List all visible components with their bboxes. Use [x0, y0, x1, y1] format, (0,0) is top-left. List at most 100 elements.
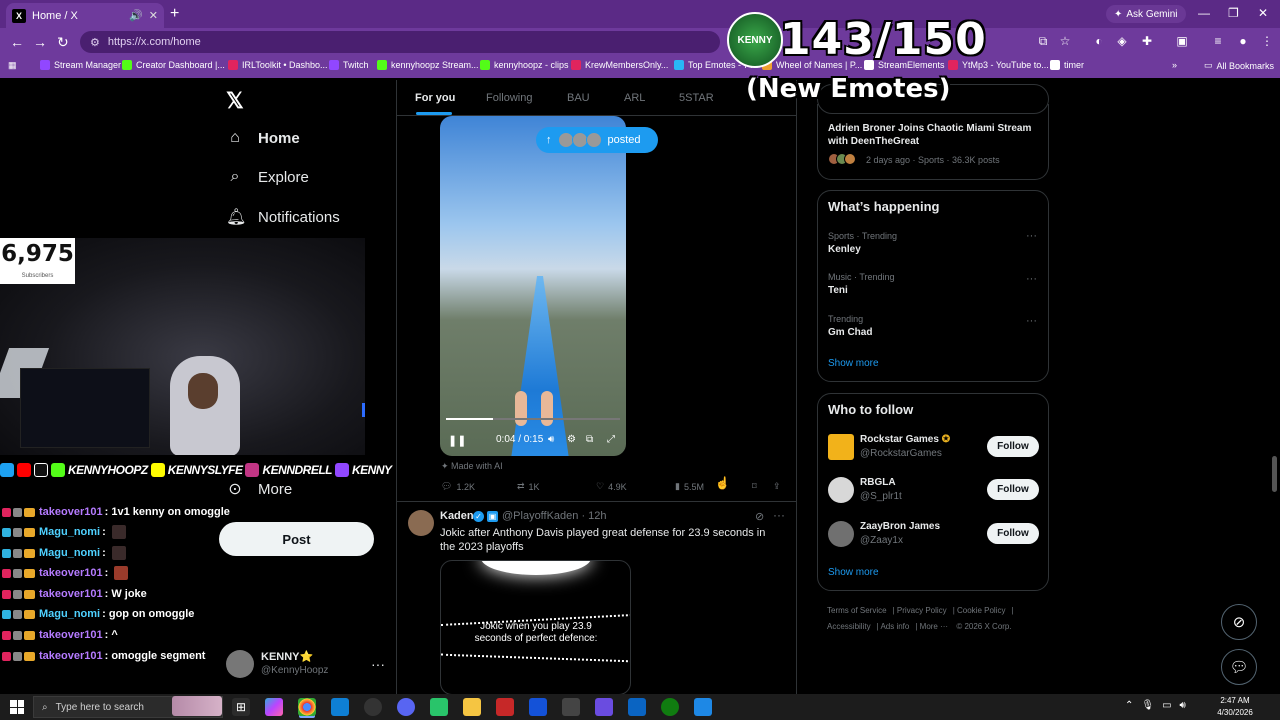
bookmark-star-icon[interactable]: ☆	[1058, 34, 1072, 48]
profile-avatar-icon[interactable]: ●	[1236, 34, 1250, 48]
volume-icon[interactable]: 🔊︎	[1180, 700, 1186, 711]
footer-link[interactable]: More ···	[920, 622, 948, 631]
post-button[interactable]: Post	[219, 522, 374, 556]
tab-for-you[interactable]: For you	[415, 92, 455, 104]
share-button[interactable]: ⇪	[773, 481, 781, 492]
store-icon[interactable]	[331, 698, 349, 716]
bookmark-item[interactable]: KrewMembersOnly...	[571, 60, 668, 70]
follow-button[interactable]: Follow	[987, 436, 1039, 457]
media-icon[interactable]: ≡	[1211, 34, 1225, 48]
microphone-icon[interactable]: 🎙︎	[1141, 700, 1154, 711]
nav-notifications[interactable]: 🔔︎ Notifications	[226, 207, 340, 227]
avatar[interactable]	[408, 510, 434, 536]
post-author-name[interactable]: Kaden	[440, 510, 474, 522]
bookmark-item[interactable]: Creator Dashboard |...	[122, 60, 225, 70]
news-title[interactable]: Adrien Broner Joins Chaotic Miami Stream…	[828, 122, 1043, 148]
discord-icon[interactable]	[397, 698, 415, 716]
repost-button[interactable]: ⇄ 1K	[517, 481, 540, 492]
avatar[interactable]	[828, 521, 854, 547]
trend-more-icon[interactable]: ···	[1026, 315, 1037, 327]
app-icon[interactable]	[496, 698, 514, 716]
pause-icon[interactable]: ❚❚	[448, 434, 466, 447]
back-arrow-icon[interactable]: ←	[10, 34, 24, 50]
nav-home[interactable]: ⌂ Home	[226, 129, 300, 147]
app-icon[interactable]	[529, 698, 547, 716]
obs-icon[interactable]	[364, 698, 382, 716]
sidebar-icon[interactable]: ▣	[1175, 34, 1189, 48]
extensions-puzzle-icon[interactable]: ✚	[1140, 34, 1154, 48]
new-posts-pill[interactable]: ↑ posted	[536, 127, 658, 153]
suggestion-name[interactable]: Rockstar Games ✪	[860, 434, 950, 445]
reply-button[interactable]: 💬︎ 1.2K	[441, 481, 475, 492]
install-app-icon[interactable]: ⧉	[1036, 34, 1050, 48]
suggestion-name[interactable]: RBGLA	[860, 477, 896, 488]
views-button[interactable]: ▮ 5.5M	[675, 481, 704, 492]
post-media[interactable]: Jokic when you play 23.9 seconds of perf…	[440, 560, 631, 695]
trend-name[interactable]: Gm Chad	[828, 327, 872, 338]
tab-bau[interactable]: BAU	[567, 92, 590, 104]
bookmark-item[interactable]: kennyhoopz Stream...	[377, 60, 479, 70]
settings-gear-icon[interactable]: ⚙	[567, 434, 576, 445]
avatar[interactable]	[828, 477, 854, 503]
bookmark-item[interactable]: Twitch	[329, 60, 369, 70]
extension-icon[interactable]: ◈	[1115, 34, 1129, 48]
site-info-icon[interactable]: ⚙	[90, 36, 100, 49]
post-more-icon[interactable]: ···	[773, 508, 785, 522]
follow-button[interactable]: Follow	[987, 523, 1039, 544]
all-bookmarks[interactable]: ▭ All Bookmarks	[1204, 60, 1274, 71]
copilot-icon[interactable]	[265, 698, 283, 716]
task-view-icon[interactable]: ⊞	[232, 698, 250, 716]
video-player[interactable]: ❚❚ 0:04 / 0:15 🔊︎ ⚙ ⧉ ⤢	[440, 116, 626, 456]
tab-following[interactable]: Following	[486, 92, 532, 104]
new-tab-button[interactable]: +	[170, 5, 179, 23]
show-more-link[interactable]: Show more	[828, 358, 879, 369]
account-switcher[interactable]: KENNY⭐ @KennyHoopz ···	[226, 648, 386, 684]
scrollbar[interactable]	[1272, 456, 1277, 492]
restore-icon[interactable]: ❐	[1228, 6, 1239, 20]
ask-gemini-button[interactable]: ✦ Ask Gemini	[1106, 5, 1186, 23]
footer-link[interactable]: Privacy Policy	[897, 606, 947, 615]
account-more-icon[interactable]: ···	[371, 656, 385, 672]
follow-button[interactable]: Follow	[987, 479, 1039, 500]
grok-icon[interactable]: ⊘	[755, 510, 764, 523]
grok-button[interactable]: ⊘	[1221, 604, 1257, 640]
app-icon[interactable]	[694, 698, 712, 716]
tab-close-icon[interactable]: ✕	[149, 9, 158, 22]
start-button-icon[interactable]	[10, 700, 24, 714]
trend-name[interactable]: Teni	[828, 285, 848, 296]
extension-icon[interactable]: ◐	[1092, 34, 1106, 48]
show-more-link[interactable]: Show more	[828, 567, 879, 578]
footer-link[interactable]: Accessibility	[827, 622, 871, 631]
trend-more-icon[interactable]: ···	[1026, 273, 1037, 285]
minimize-icon[interactable]: —	[1198, 6, 1210, 20]
tray-chevron-icon[interactable]: ⌃	[1125, 700, 1133, 711]
like-button[interactable]: ♡ 4.9K	[596, 481, 627, 492]
bookmark-button[interactable]: ⌑	[752, 481, 757, 492]
bookmarks-overflow-icon[interactable]: »	[1172, 60, 1177, 70]
url-input[interactable]: ⚙ https://x.com/home	[80, 31, 720, 53]
bookmark-item[interactable]: timer	[1050, 60, 1084, 70]
bookmark-item[interactable]: IRLToolkit • Dashbo...	[228, 60, 328, 70]
bookmark-item[interactable]: kennyhoopz - clips	[480, 60, 569, 70]
tab-5star[interactable]: 5STAR	[679, 92, 714, 104]
post-author-handle[interactable]: @PlayoffKaden · 12h	[502, 510, 607, 522]
chrome-icon[interactable]	[298, 698, 316, 716]
outlook-icon[interactable]	[628, 698, 646, 716]
taskbar-clock[interactable]: 2:47 AM 4/30/2026	[1202, 695, 1268, 719]
volume-icon[interactable]: 🔊︎	[548, 434, 554, 445]
fullscreen-icon[interactable]: ⤢	[607, 434, 615, 445]
avatar[interactable]	[828, 434, 854, 460]
browser-menu-icon[interactable]: ⋮	[1260, 34, 1274, 48]
file-explorer-icon[interactable]	[463, 698, 481, 716]
xbox-icon[interactable]	[661, 698, 679, 716]
messages-button[interactable]: 💬︎	[1221, 649, 1257, 685]
app-icon[interactable]	[430, 698, 448, 716]
video-progress-bar[interactable]	[446, 418, 620, 420]
footer-link[interactable]: Ads info	[880, 622, 909, 631]
trend-name[interactable]: Kenley	[828, 244, 861, 255]
footer-link[interactable]: Cookie Policy	[957, 606, 1005, 615]
pip-icon[interactable]: ⧉	[586, 434, 593, 445]
app-icon[interactable]	[562, 698, 580, 716]
tab-arl[interactable]: ARL	[624, 92, 645, 104]
apps-grid-icon[interactable]: ▦	[8, 60, 17, 71]
